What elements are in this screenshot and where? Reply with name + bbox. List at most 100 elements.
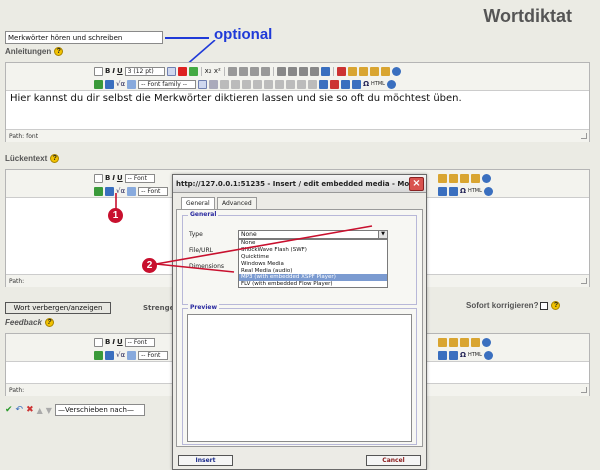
table-icon[interactable]: [220, 79, 230, 89]
dropdown-arrow-icon[interactable]: [166, 66, 176, 76]
new-document-icon[interactable]: [94, 337, 103, 347]
type-option[interactable]: FLV (with embedded Flow Player): [239, 281, 387, 288]
outdent-icon[interactable]: [298, 66, 308, 76]
resize-handle[interactable]: [581, 387, 587, 393]
anleitungen-text[interactable]: Hier kannst du dir selbst die Merkwörter…: [10, 93, 462, 104]
help-icon[interactable]: ?: [44, 318, 54, 328]
insert-image-icon[interactable]: [94, 186, 103, 196]
undo-arrow-icon[interactable]: ↶: [16, 405, 24, 415]
redo-icon[interactable]: [449, 350, 458, 360]
undo-icon[interactable]: [341, 79, 351, 89]
italic-button[interactable]: I: [112, 338, 115, 346]
cut-icon[interactable]: [336, 66, 346, 76]
numbered-list-icon[interactable]: [287, 66, 297, 76]
new-document-icon[interactable]: [94, 173, 103, 183]
cleanup-icon[interactable]: [483, 350, 493, 360]
html-button[interactable]: HTML: [468, 352, 482, 358]
hr-icon[interactable]: [308, 79, 318, 89]
paste-text-icon[interactable]: [369, 66, 379, 76]
insert-media-icon[interactable]: [105, 79, 114, 89]
indent-icon[interactable]: [309, 66, 319, 76]
table-props-icon[interactable]: [275, 79, 285, 89]
copy-icon[interactable]: [438, 173, 447, 183]
help-icon[interactable]: ?: [54, 47, 64, 57]
help-editor-icon[interactable]: [482, 337, 491, 347]
paste-text-icon[interactable]: [460, 173, 469, 183]
italic-button[interactable]: I: [112, 174, 115, 182]
table-merge-icon[interactable]: [253, 79, 263, 89]
table-delete-icon[interactable]: [286, 79, 296, 89]
resize-handle[interactable]: [581, 133, 587, 139]
font-family-select[interactable]: -- Font: [138, 350, 169, 360]
tab-advanced[interactable]: Advanced: [217, 197, 257, 209]
delete-icon[interactable]: ✖: [26, 405, 34, 415]
highlight-color-icon[interactable]: [188, 66, 198, 76]
cleanup-icon[interactable]: [386, 79, 396, 89]
move-to-select[interactable]: —Verschieben nach—: [54, 404, 145, 416]
help-editor-icon[interactable]: [391, 66, 401, 76]
redo-icon[interactable]: [449, 186, 458, 196]
dropdown-arrow-icon[interactable]: [198, 79, 208, 89]
link-icon[interactable]: [127, 79, 137, 89]
help-icon[interactable]: ?: [551, 301, 561, 311]
align-center-icon[interactable]: [238, 66, 248, 76]
math-icon[interactable]: √α: [116, 351, 125, 359]
paste-icon[interactable]: [358, 66, 368, 76]
font-family-select[interactable]: -- Font: [124, 337, 155, 347]
math-icon[interactable]: √α: [116, 80, 125, 88]
italic-button[interactable]: I: [112, 67, 115, 75]
help-editor-icon[interactable]: [482, 173, 491, 183]
font-size-select[interactable]: 3 (12 pt): [124, 66, 165, 76]
move-down-icon[interactable]: ▼: [46, 406, 52, 415]
link-icon[interactable]: [127, 350, 137, 360]
html-button[interactable]: HTML: [371, 81, 385, 87]
special-char-button[interactable]: Ω: [363, 80, 369, 88]
new-document-icon[interactable]: [94, 66, 103, 76]
resize-handle[interactable]: [581, 278, 587, 284]
copy-icon[interactable]: [438, 337, 447, 347]
bold-button[interactable]: B: [105, 67, 110, 75]
align-left-icon[interactable]: [227, 66, 237, 76]
unlink-icon[interactable]: [330, 79, 340, 89]
special-char-button[interactable]: Ω: [460, 187, 466, 195]
insert-image-icon[interactable]: [94, 350, 103, 360]
table-split-icon[interactable]: [264, 79, 274, 89]
table-row-icon[interactable]: [231, 79, 241, 89]
align-right-icon[interactable]: [249, 66, 259, 76]
paste-icon[interactable]: [449, 337, 458, 347]
insert-media-icon[interactable]: [105, 350, 114, 360]
table-cell-icon[interactable]: [297, 79, 307, 89]
font-family-select[interactable]: -- Font: [124, 173, 155, 183]
cleanup-icon[interactable]: [483, 186, 493, 196]
html-button[interactable]: HTML: [468, 188, 482, 194]
toggle-words-button[interactable]: Wort verbergen/anzeigen: [5, 302, 111, 314]
redo-icon[interactable]: [352, 79, 362, 89]
paste-word-icon[interactable]: [380, 66, 390, 76]
cancel-button[interactable]: Cancel: [366, 455, 421, 466]
table-col-icon[interactable]: [242, 79, 252, 89]
insert-image-icon[interactable]: [94, 79, 103, 89]
link-insert-icon[interactable]: [319, 79, 329, 89]
bold-button[interactable]: B: [105, 338, 110, 346]
underline-button[interactable]: U: [117, 338, 123, 346]
bold-button[interactable]: B: [105, 174, 110, 182]
paste-icon[interactable]: [449, 173, 458, 183]
anchor-icon[interactable]: [320, 66, 330, 76]
move-up-icon[interactable]: ▲: [37, 406, 43, 415]
paste-word-icon[interactable]: [471, 173, 480, 183]
close-icon[interactable]: ×: [409, 177, 424, 191]
sofort-checkbox[interactable]: [540, 301, 549, 310]
align-justify-icon[interactable]: [260, 66, 270, 76]
undo-icon[interactable]: [438, 186, 447, 196]
special-char-button[interactable]: Ω: [460, 351, 466, 359]
title-input[interactable]: [5, 31, 163, 44]
paste-text-icon[interactable]: [460, 337, 469, 347]
undo-icon[interactable]: [438, 350, 447, 360]
underline-button[interactable]: U: [117, 174, 123, 182]
copy-icon[interactable]: [347, 66, 357, 76]
font-family-select[interactable]: -- Font family --: [138, 79, 197, 89]
link-icon[interactable]: [127, 186, 137, 196]
paste-word-icon[interactable]: [471, 337, 480, 347]
font-color-icon[interactable]: [177, 66, 187, 76]
bullet-list-icon[interactable]: [276, 66, 286, 76]
